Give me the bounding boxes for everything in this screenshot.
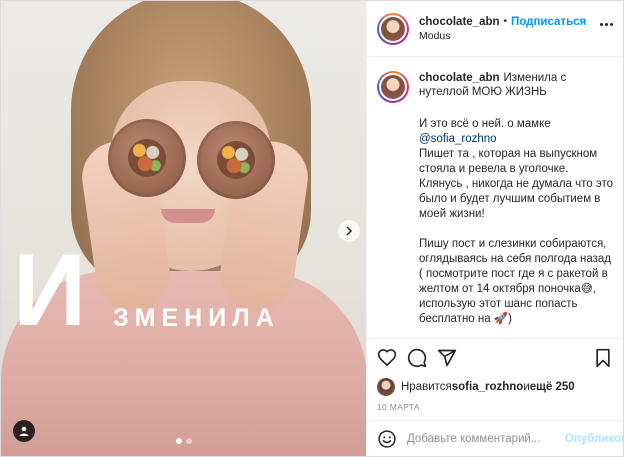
avatar-image bbox=[379, 73, 407, 101]
header-text: chocolate_abn • Подписаться Modus bbox=[419, 15, 586, 43]
header-username[interactable]: chocolate_abn bbox=[419, 15, 500, 29]
caption-mention[interactable]: @sofia_rozhno bbox=[419, 133, 497, 145]
caption-first-line: chocolate_abn Изменила с нутеллой МОЮ ЖИЗ… bbox=[419, 71, 613, 103]
follow-button[interactable]: Подписаться bbox=[511, 15, 586, 29]
caption-body-end: Пишет та , которая на выпускном стояла и… bbox=[419, 148, 613, 325]
liker-avatar[interactable] bbox=[377, 378, 395, 396]
overlay-big-letter: И bbox=[13, 233, 89, 347]
carousel-dots bbox=[175, 438, 192, 444]
heart-icon[interactable] bbox=[377, 348, 397, 368]
location-link[interactable]: Modus bbox=[419, 29, 586, 43]
more-icon-dot bbox=[605, 23, 608, 26]
user-tag-icon bbox=[19, 426, 29, 436]
chocolate-right bbox=[197, 121, 275, 199]
caption-body-start: И это всё о ней. о мамке bbox=[419, 118, 551, 130]
instagram-post: И ЗМЕНИЛА chocolate_abn • Подписаться Mo… bbox=[0, 0, 624, 457]
post-photo[interactable]: И ЗМЕНИЛА bbox=[1, 1, 367, 456]
caption-username[interactable]: chocolate_abn bbox=[419, 72, 500, 84]
more-icon-dot bbox=[610, 23, 613, 26]
emoji-icon[interactable] bbox=[377, 429, 397, 449]
likes-line: Нравится sofia_rozhno и ещё 250 bbox=[367, 376, 623, 398]
caption-area: chocolate_abn Изменила с нутеллой МОЮ ЖИЗ… bbox=[367, 57, 623, 338]
photo-lips bbox=[161, 209, 215, 223]
avatar-image bbox=[379, 14, 407, 43]
header-bullet: • bbox=[503, 15, 508, 27]
more-icon bbox=[600, 23, 603, 26]
comment-input[interactable] bbox=[407, 432, 561, 445]
liker-username[interactable]: sofia_rozhno bbox=[452, 381, 524, 393]
post-side-panel: chocolate_abn • Подписаться Modus chocol… bbox=[367, 1, 624, 456]
bookmark-icon[interactable] bbox=[593, 348, 613, 368]
post-date[interactable]: 10 марта bbox=[367, 398, 623, 420]
comment-icon[interactable] bbox=[407, 348, 427, 368]
post-header: chocolate_abn • Подписаться Modus bbox=[367, 1, 623, 57]
carousel-dot bbox=[185, 438, 192, 444]
caption-avatar[interactable] bbox=[377, 71, 409, 103]
likes-count[interactable]: ещё 250 bbox=[530, 381, 575, 393]
header-user-line: chocolate_abn • Подписаться bbox=[419, 15, 586, 29]
chocolate-toppings bbox=[128, 139, 166, 177]
caption-body: И это всё о ней. о мамке @sofia_rozhno П… bbox=[419, 117, 613, 327]
share-icon[interactable] bbox=[437, 348, 457, 368]
publish-button[interactable]: Опубликовать bbox=[565, 433, 624, 445]
chevron-right-icon bbox=[346, 226, 353, 236]
chocolate-left bbox=[108, 119, 186, 197]
likes-prefix: Нравится bbox=[401, 381, 452, 393]
user-tag-button[interactable] bbox=[13, 420, 35, 442]
avatar[interactable] bbox=[377, 12, 409, 45]
caption-row: chocolate_abn Изменила с нутеллой МОЮ ЖИЗ… bbox=[377, 71, 613, 103]
comment-form: Опубликовать bbox=[367, 420, 624, 456]
chocolate-toppings bbox=[217, 141, 255, 179]
action-bar bbox=[367, 338, 623, 376]
carousel-next-button[interactable] bbox=[338, 220, 360, 242]
overlay-word: ЗМЕНИЛА bbox=[113, 304, 280, 332]
more-options-button[interactable] bbox=[600, 23, 613, 26]
carousel-dot-active bbox=[175, 438, 182, 444]
